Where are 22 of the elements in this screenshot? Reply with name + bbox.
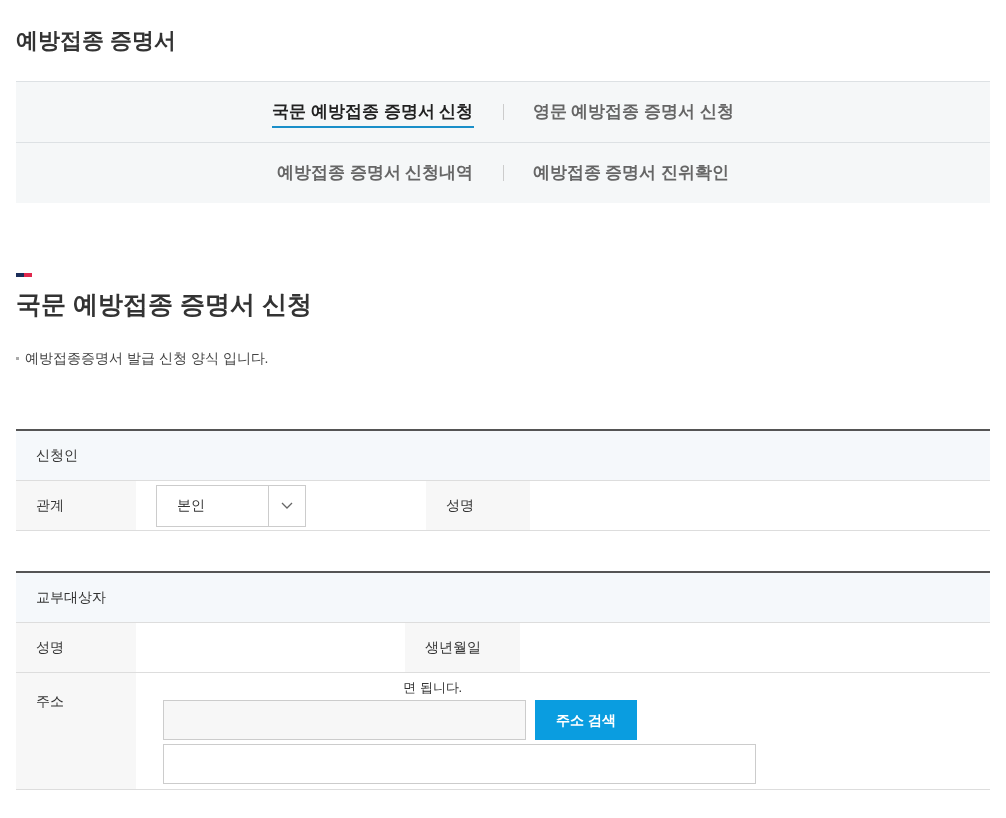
field-label: 성명 [426, 481, 530, 530]
bullet-icon [16, 357, 19, 360]
address-field[interactable] [163, 700, 526, 740]
address-search-button[interactable]: 주소 검색 [535, 700, 637, 740]
title-mark [16, 273, 32, 277]
note-text: 예방접종증명서 발급 신청 양식 입니다. [25, 349, 269, 368]
tab[interactable]: 국문 예방접종 증명서 신청 [272, 99, 474, 128]
field-label: 관계 [16, 481, 136, 530]
table-header: 교부대상자 [16, 573, 990, 623]
field-label: 성명 [16, 623, 136, 672]
page-title: 예방접종 증명서 [16, 27, 178, 55]
hint-text: 면 됩니다. [403, 680, 463, 695]
table-header: 신청인 [16, 431, 990, 481]
field-label: 주소 [16, 673, 136, 789]
field-label: 생년월일 [405, 623, 520, 672]
address-detail-field[interactable] [163, 744, 756, 784]
relation-select[interactable]: 본인 [156, 484, 306, 527]
tab[interactable]: 예방접종 증명서 진위확인 [532, 160, 729, 189]
section-title: 국문 예방접종 증명서 신청 [16, 289, 313, 320]
chevron-down-icon [281, 501, 293, 510]
tab[interactable]: 예방접종 증명서 신청내역 [277, 160, 474, 189]
tab[interactable]: 영문 예방접종 증명서 신청 [532, 99, 734, 128]
